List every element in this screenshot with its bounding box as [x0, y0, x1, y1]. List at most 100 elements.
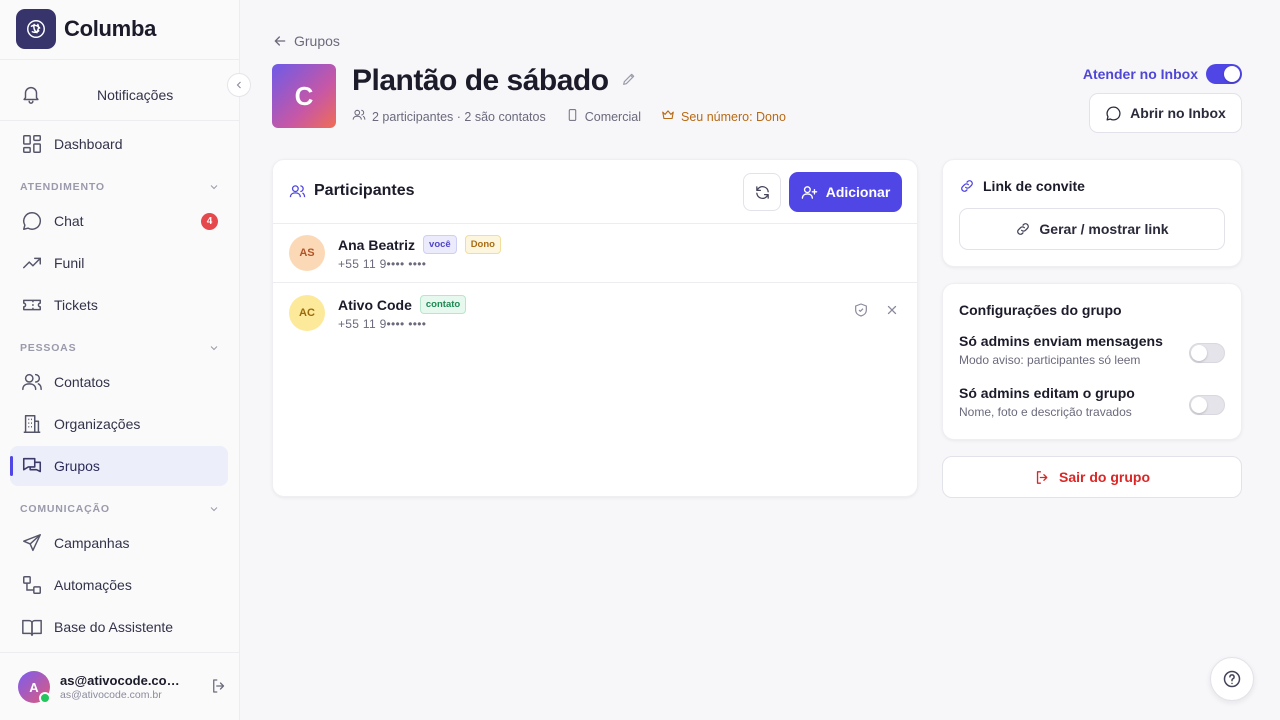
dashboard-icon [20, 132, 44, 156]
setting-desc: Nome, foto e descrição travados [959, 405, 1132, 419]
unread-count-badge: 4 [201, 212, 218, 230]
add-participant-button[interactable]: Adicionar [789, 172, 902, 212]
toggle-knob [1191, 397, 1207, 413]
sidebar-item-label: Funil [54, 255, 85, 271]
link-icon [961, 180, 973, 192]
admins-edit-toggle[interactable] [1189, 395, 1225, 415]
chats-icon [20, 454, 44, 478]
promote-admin-shield-icon[interactable] [853, 302, 869, 323]
users-icon [289, 184, 306, 197]
trending-up-icon [20, 251, 44, 275]
sidebar-item-campanhas[interactable]: Campanhas [10, 523, 228, 563]
remove-participant-close-icon[interactable] [885, 303, 899, 322]
help-circle-icon [1223, 670, 1241, 688]
chevron-down-icon [210, 185, 218, 190]
invite-link-card: Link de convite Gerar / mostrar link [942, 159, 1242, 267]
open-inbox-button[interactable]: Abrir no Inbox [1089, 93, 1242, 133]
admins-send-toggle[interactable] [1189, 343, 1225, 363]
open-inbox-label: Abrir no Inbox [1130, 105, 1226, 121]
setting-admins-edit: Só admins editam o grupo Nome, foto e de… [959, 385, 1225, 419]
participant-row[interactable]: AC Ativo Code contato +55 11 9•••• •••• [273, 284, 917, 343]
user-profile[interactable]: A as@ativocode.com.br as@ativocode.com.b… [18, 670, 228, 704]
sidebar-item-label: Dashboard [54, 136, 123, 152]
crown-icon [661, 108, 675, 125]
sidebar-item-funil[interactable]: Funil [10, 243, 228, 283]
group-type: Comercial [584, 109, 641, 124]
sidebar-item-label: Campanhas [54, 535, 130, 551]
help-button[interactable] [1210, 657, 1254, 701]
sidebar-item-label: Notificações [97, 87, 174, 103]
participant-name: Ana Beatriz [338, 236, 416, 253]
logout-icon[interactable] [210, 677, 228, 700]
smartphone-icon [566, 108, 579, 125]
group-meta: 2 participantes · 2 são contatos Comerci… [352, 108, 786, 125]
user-info: as@ativocode.com.br as@ativocode.com.br [60, 673, 190, 701]
sidebar: Columba Notificações Dashboard ATENDIMEN… [0, 0, 240, 720]
columba-logo-icon [16, 9, 56, 49]
inbox-toggle-row: Atender no Inbox [1083, 64, 1242, 84]
collapse-sidebar-button[interactable] [227, 73, 251, 97]
sidebar-item-label: Automações [54, 577, 132, 593]
pencil-icon[interactable] [621, 71, 637, 92]
sidebar-item-automacoes[interactable]: Automações [10, 565, 228, 605]
participant-name: Ativo Code [338, 296, 412, 313]
sidebar-item-label: Chat [54, 213, 84, 229]
sidebar-item-grupos[interactable]: Grupos [10, 446, 228, 486]
add-label: Adicionar [825, 184, 891, 200]
participant-name-line: Ana Beatriz você Dono [338, 235, 501, 254]
log-out-icon [1036, 470, 1048, 484]
title-row: Plantão de sábado [352, 64, 637, 98]
my-number-role: Seu número: Dono [680, 109, 786, 124]
section-atendimento[interactable]: ATENDIMENTO [20, 181, 220, 193]
leave-group-button[interactable]: Sair do grupo [942, 456, 1242, 498]
participants-card: Participantes Adicionar AS Ana Beatriz v… [272, 159, 918, 497]
avatar: A [18, 671, 51, 704]
sidebar-item-label: Base do Assistente [54, 619, 174, 635]
participant-phone: +55 11 9•••• •••• [338, 317, 427, 331]
sidebar-item-contatos[interactable]: Contatos [10, 362, 228, 402]
refresh-button[interactable] [743, 173, 781, 211]
workflow-icon [20, 573, 44, 597]
chevron-down-icon [210, 346, 218, 351]
link-icon [1017, 223, 1030, 235]
leave-label: Sair do grupo [1059, 469, 1150, 485]
section-pessoas[interactable]: PESSOAS [20, 342, 220, 354]
brand[interactable]: Columba [16, 9, 156, 49]
sidebar-item-label: Contatos [54, 374, 111, 390]
sidebar-item-base-assistente[interactable]: Base do Assistente [10, 607, 228, 647]
toggle-knob [1224, 66, 1240, 82]
sidebar-item-chat[interactable]: Chat 4 [10, 201, 228, 241]
app-name: Columba [64, 16, 157, 41]
participant-avatar: AC [289, 295, 325, 331]
bell-icon [20, 83, 42, 108]
user-plus-icon [801, 185, 817, 199]
sidebar-item-label: Organizações [54, 416, 141, 432]
refresh-icon [755, 185, 769, 199]
sidebar-item-dashboard[interactable]: Dashboard [10, 124, 228, 164]
user-email: as@ativocode.com.br [60, 688, 162, 701]
generate-link-button[interactable]: Gerar / mostrar link [959, 208, 1225, 250]
section-label: PESSOAS [20, 342, 77, 354]
participant-name-line: Ativo Code contato [338, 295, 467, 314]
sidebar-item-label: Grupos [54, 458, 100, 474]
back-label: Grupos [294, 33, 340, 49]
settings-title: Configurações do grupo [959, 302, 1122, 318]
sidebar-divider [0, 59, 239, 60]
participants-title: Participantes [289, 182, 414, 200]
setting-title: Só admins editam o grupo [959, 385, 1135, 401]
sidebar-item-organizacoes[interactable]: Organizações [10, 404, 228, 444]
setting-title: Só admins enviam mensagens [959, 333, 1163, 349]
sidebar-item-notifications[interactable]: Notificações [10, 75, 228, 115]
row-actions [853, 302, 899, 323]
sidebar-item-tickets[interactable]: Tickets [10, 285, 228, 325]
book-open-icon [20, 615, 44, 639]
tag-owner: Dono [464, 235, 501, 254]
ticket-icon [20, 293, 44, 317]
participant-row[interactable]: AS Ana Beatriz você Dono +55 11 9•••• ••… [273, 224, 917, 283]
message-circle-icon [1106, 105, 1121, 121]
inbox-toggle[interactable] [1206, 64, 1242, 84]
back-link[interactable]: Grupos [272, 33, 340, 49]
tag-contact: contato [419, 295, 467, 314]
tag-you: você [423, 235, 457, 254]
section-comunicacao[interactable]: COMUNICAÇÃO [20, 503, 220, 515]
